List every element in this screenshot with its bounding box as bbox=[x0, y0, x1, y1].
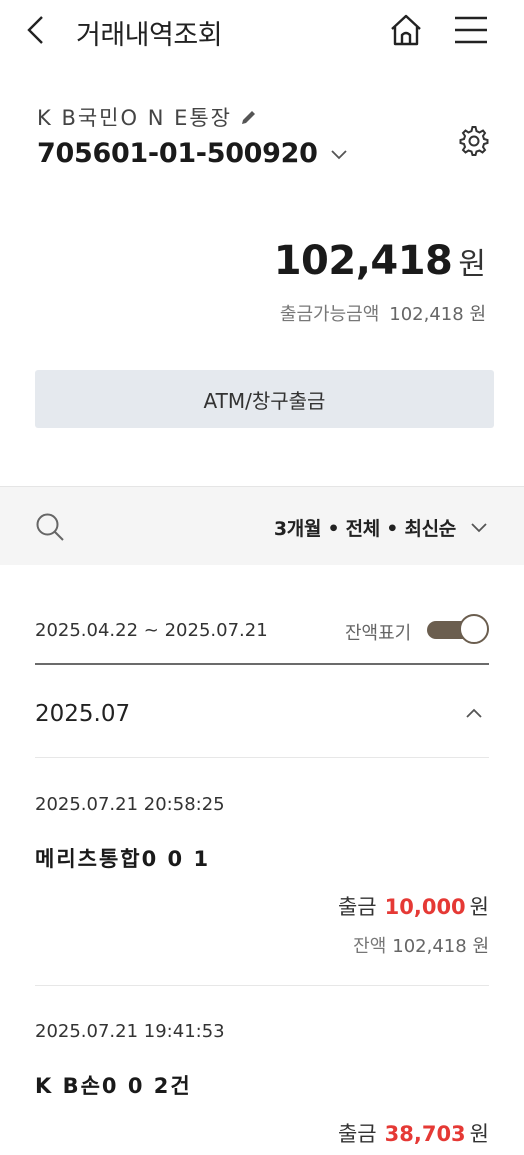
back-button[interactable] bbox=[24, 10, 60, 50]
home-button[interactable] bbox=[388, 12, 424, 48]
balance-toggle[interactable] bbox=[427, 614, 489, 644]
transaction-balance: 잔액 102,418 원 bbox=[353, 932, 489, 958]
transaction-kind: 출금 bbox=[337, 895, 377, 919]
balance-display: 102,418 원 bbox=[274, 238, 486, 284]
available-label: 출금가능금액 bbox=[279, 304, 380, 325]
transaction-amount: 출금 10,000 원 bbox=[338, 891, 489, 921]
transaction-balance-value: 102,418 원 bbox=[392, 936, 489, 957]
balance-unit: 원 bbox=[458, 247, 486, 282]
account-name: K B국민O N E통장 bbox=[37, 106, 232, 130]
chevron-left-icon bbox=[27, 16, 43, 44]
month-header: 2025.07 bbox=[35, 701, 131, 727]
search-button[interactable] bbox=[35, 512, 65, 542]
search-icon bbox=[36, 513, 64, 541]
page-title: 거래내역조회 bbox=[76, 20, 223, 51]
filter-summary[interactable]: 3개월 • 전체 • 최신순 bbox=[274, 514, 456, 541]
range-underline bbox=[35, 663, 489, 665]
transaction-amount-value: 10,000 bbox=[384, 895, 466, 919]
transaction-name[interactable]: 메리츠통합0 0 1 bbox=[35, 843, 210, 873]
transaction-amount-unit: 원 bbox=[469, 1122, 489, 1146]
chevron-down-icon bbox=[330, 149, 347, 159]
transaction-time: 2025.07.21 20:58:25 bbox=[35, 794, 225, 815]
hamburger-menu-icon bbox=[455, 16, 487, 44]
transaction-time: 2025.07.21 19:41:53 bbox=[35, 1021, 225, 1042]
month-divider bbox=[35, 757, 489, 758]
toggle-knob bbox=[459, 614, 489, 644]
transaction-amount: 출금 38,703 원 bbox=[338, 1118, 489, 1148]
chevron-up-icon[interactable] bbox=[464, 705, 484, 721]
settings-button[interactable] bbox=[457, 124, 491, 158]
available-value: 102,418 원 bbox=[389, 304, 486, 325]
date-range: 2025.04.22 ~ 2025.07.21 bbox=[35, 620, 268, 641]
menu-button[interactable] bbox=[453, 14, 489, 46]
gear-icon bbox=[459, 126, 489, 156]
transaction-amount-value: 38,703 bbox=[384, 1122, 466, 1146]
transaction-kind: 출금 bbox=[337, 1122, 377, 1146]
app-header: 거래내역조회 bbox=[0, 0, 524, 62]
pencil-edit-icon[interactable] bbox=[240, 108, 258, 126]
balance-amount: 102,418 bbox=[273, 238, 453, 284]
filter-bar: 3개월 • 전체 • 최신순 bbox=[0, 487, 524, 565]
account-name-row: K B국민O N E통장 bbox=[37, 102, 258, 132]
account-number: 705601-01-500920 bbox=[37, 138, 318, 169]
transaction-divider bbox=[35, 985, 489, 986]
transaction-amount-unit: 원 bbox=[469, 895, 489, 919]
available-amount: 출금가능금액 102,418 원 bbox=[280, 300, 486, 326]
balance-toggle-label: 잔액표기 bbox=[345, 623, 412, 644]
transaction-history-screen: 거래내역조회 K B국민O N E통장 705601-01-500920 102… bbox=[0, 0, 524, 1155]
transaction-balance-label: 잔액 bbox=[353, 936, 387, 957]
chevron-down-icon[interactable] bbox=[470, 518, 488, 536]
home-icon bbox=[391, 14, 421, 46]
atm-withdrawal-button[interactable]: ATM/창구출금 bbox=[35, 370, 494, 428]
transaction-name[interactable]: K B손0 0 2건 bbox=[35, 1070, 192, 1100]
account-selector[interactable]: 705601-01-500920 bbox=[37, 138, 348, 169]
